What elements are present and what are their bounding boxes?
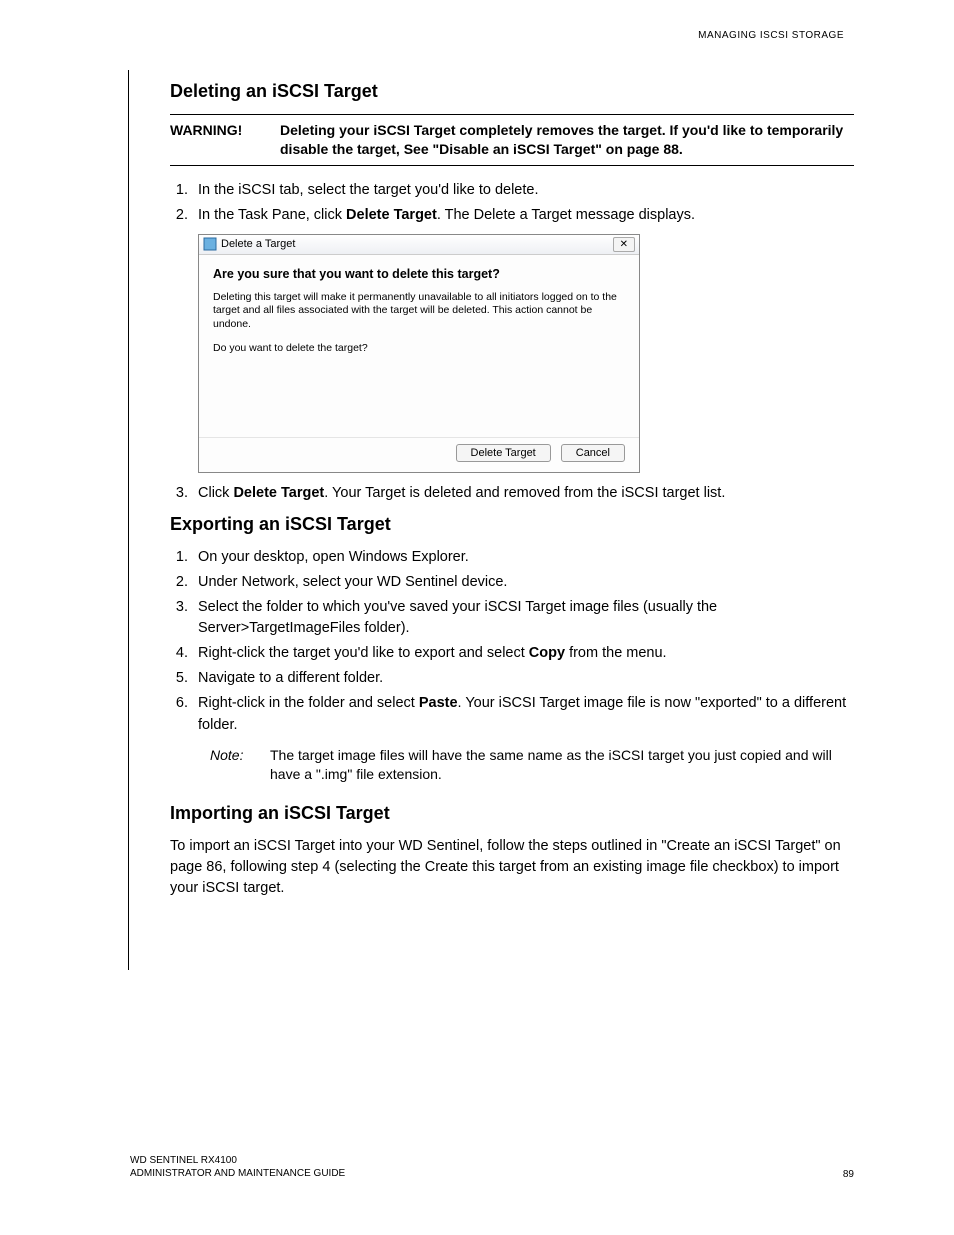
dialog-app-icon [203, 237, 217, 251]
footer-product: WD SENTINEL RX4100 [130, 1154, 345, 1167]
list-item: In the Task Pane, click Delete Target. T… [192, 205, 854, 226]
dialog-confirm-text: Do you want to delete the target? [213, 342, 625, 356]
list-item: In the iSCSI tab, select the target you'… [192, 180, 854, 201]
heading-deleting: Deleting an iSCSI Target [170, 81, 854, 102]
dialog-heading: Are you sure that you want to delete thi… [213, 267, 625, 281]
delete-target-dialog: Delete a Target ✕ Are you sure that you … [198, 234, 640, 474]
list-item: Select the folder to which you've saved … [192, 597, 854, 639]
exporting-steps: On your desktop, open Windows Explorer. … [170, 547, 854, 735]
page-number: 89 [843, 1169, 854, 1180]
heading-exporting: Exporting an iSCSI Target [170, 514, 854, 535]
close-icon[interactable]: ✕ [613, 237, 635, 252]
warning-callout: WARNING! Deleting your iSCSI Target comp… [170, 114, 854, 166]
page-footer: WD SENTINEL RX4100 ADMINISTRATOR AND MAI… [130, 1154, 854, 1180]
warning-label: WARNING! [170, 121, 280, 159]
list-item: Under Network, select your WD Sentinel d… [192, 572, 854, 593]
list-item: Navigate to a different folder. [192, 668, 854, 689]
cancel-button[interactable]: Cancel [561, 444, 625, 462]
list-item: Right-click the target you'd like to exp… [192, 643, 854, 664]
list-item: Right-click in the folder and select Pas… [192, 693, 854, 735]
note-callout: Note: The target image files will have t… [210, 746, 854, 785]
dialog-titlebar: Delete a Target ✕ [199, 235, 639, 255]
note-text: The target image files will have the sam… [270, 746, 854, 785]
running-header: MANAGING ISCSI STORAGE [130, 30, 844, 41]
note-label: Note: [210, 746, 270, 785]
list-item: On your desktop, open Windows Explorer. [192, 547, 854, 568]
vertical-rule [128, 70, 129, 970]
warning-text: Deleting your iSCSI Target completely re… [280, 121, 854, 159]
importing-paragraph: To import an iSCSI Target into your WD S… [170, 836, 854, 899]
dialog-title: Delete a Target [221, 238, 295, 250]
delete-target-button[interactable]: Delete Target [456, 444, 551, 462]
footer-guide: ADMINISTRATOR AND MAINTENANCE GUIDE [130, 1167, 345, 1180]
deleting-steps: In the iSCSI tab, select the target you'… [170, 180, 854, 226]
deleting-steps-cont: Click Delete Target. Your Target is dele… [170, 483, 854, 504]
dialog-body-text: Deleting this target will make it perman… [213, 291, 625, 332]
heading-importing: Importing an iSCSI Target [170, 803, 854, 824]
list-item: Click Delete Target. Your Target is dele… [192, 483, 854, 504]
